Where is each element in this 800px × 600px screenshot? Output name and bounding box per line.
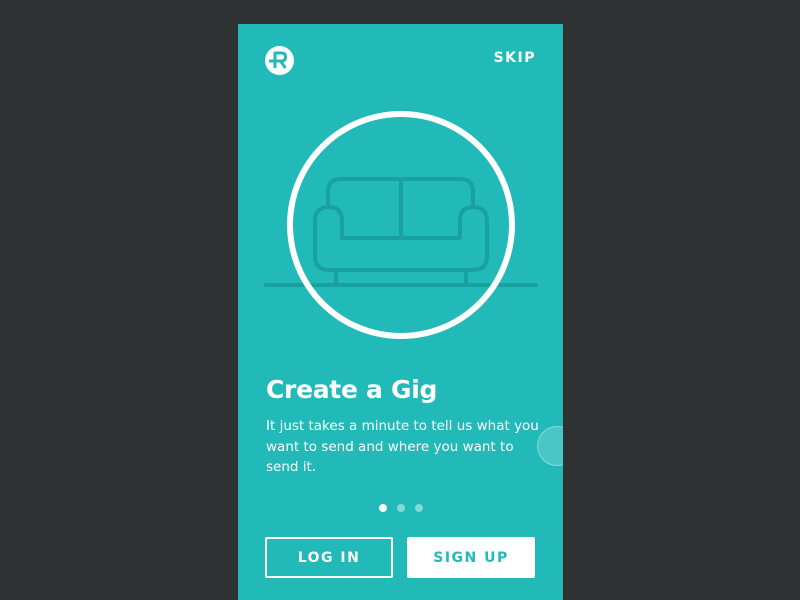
page-dot-active[interactable]: [379, 504, 387, 512]
desktop-background: SKIP Create a Gig It just takes a minute…: [0, 0, 800, 600]
page-title: Create a Gig: [266, 375, 438, 404]
couch-icon: [313, 177, 489, 285]
phone-screen: SKIP Create a Gig It just takes a minute…: [238, 24, 563, 600]
page-dot[interactable]: [397, 504, 405, 512]
page-description: It just takes a minute to tell us what y…: [266, 418, 539, 475]
signup-button[interactable]: SIGN UP: [407, 537, 535, 578]
login-button[interactable]: LOG IN: [265, 537, 393, 578]
page-indicator: [379, 504, 423, 512]
couch-illustration: [264, 111, 538, 339]
page-dot[interactable]: [415, 504, 423, 512]
